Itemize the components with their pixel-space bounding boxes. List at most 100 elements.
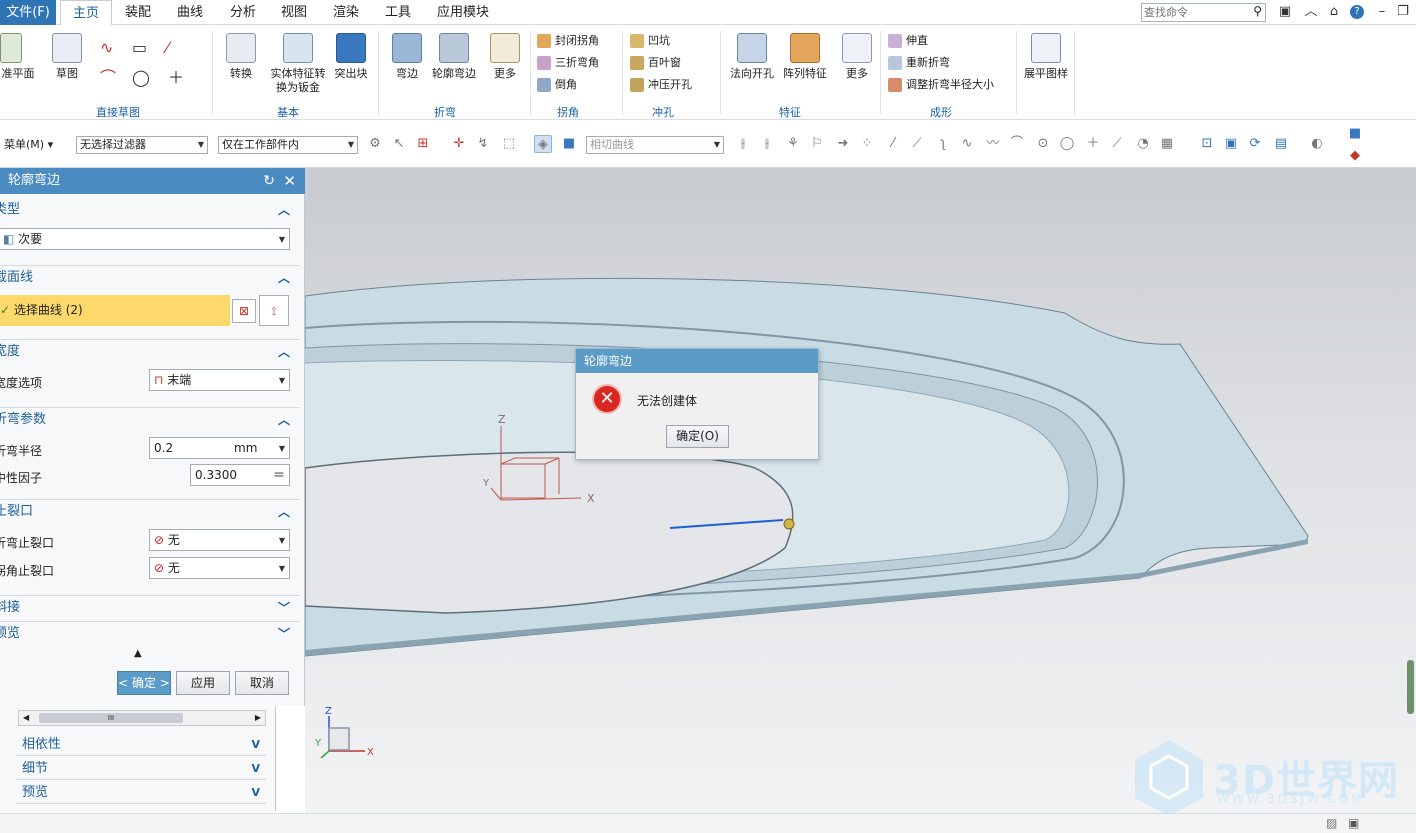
home-icon[interactable]: ⌂ [1326,4,1342,20]
contour-flange-button[interactable]: 轮廓弯边 [430,33,478,81]
tab-home[interactable]: 主页 [60,0,112,26]
bend-relief-dropdown[interactable]: ⊘ 无 [149,529,290,551]
snap-midpoint-icon[interactable]: ⫲ [758,135,776,153]
orient-view-icon[interactable]: ▤ [1272,135,1290,153]
collapse-ribbon-icon[interactable]: ︿ [1303,4,1319,20]
snap-endpoint-icon[interactable]: ⫲ [734,135,752,153]
graphics-viewport[interactable]: Z X Y Z X Y 3D世界网 WWW.3DSJW.COM [305,168,1416,816]
line-icon[interactable]: ⁄ [166,35,169,61]
select-icon[interactable]: ↖ [390,135,408,153]
tab-render[interactable]: 渲染 [324,0,368,25]
scroll-right-icon[interactable]: ▶ [255,711,261,725]
section-curve[interactable]: 截面线 ︿ [0,265,300,289]
ok-button[interactable]: < 确定 > [117,671,171,695]
resize-bend-radius-button[interactable]: 调整折弯半径大小 [886,75,994,95]
collapse-arrow-icon[interactable]: ▲ [134,648,142,659]
snap-on-curve-icon[interactable]: ⟋ [1108,135,1126,153]
tab-curve[interactable]: 曲线 [168,0,212,25]
tab-tools[interactable]: 工具 [376,0,420,25]
body-select-icon[interactable]: ■ [560,135,578,153]
section-nav-preview[interactable]: 预览 V [16,782,266,804]
closed-corner-button[interactable]: 封闭拐角 [535,31,599,51]
zoom-icon[interactable]: ▣ [1222,135,1240,153]
snap-intersect-icon[interactable]: ⚐ [808,135,826,153]
bend-radius-field[interactable]: 0.2 mm [149,437,290,459]
snap-quadrant-icon[interactable]: ◯ [1058,135,1076,153]
minimize-icon[interactable]: – [1374,4,1390,20]
tab-analysis[interactable]: 分析 [221,0,265,25]
drawn-cutout-button[interactable]: 冲压开孔 [628,75,692,95]
more-bend-button[interactable]: 更多 [486,33,524,81]
chamfer-button[interactable]: 倒角 [535,75,577,95]
snap-center-icon[interactable]: ⊙ [1034,135,1052,153]
snap-control-icon[interactable]: ⚘ [784,135,802,153]
snap-curve-icon[interactable]: ʅ [934,135,952,153]
select-point-icon[interactable]: ✛ [450,135,468,153]
command-search[interactable]: ⚲ [1141,3,1266,22]
point-icon[interactable]: ＋ [168,65,184,91]
search-input[interactable] [1142,4,1242,21]
equals-icon[interactable]: ＝ [273,465,285,485]
selection-filter-dropdown[interactable]: 无选择过滤器 [76,136,208,154]
scroll-thumb[interactable]: III [39,713,183,723]
louver-button[interactable]: 百叶窗 [628,53,681,73]
section-width[interactable]: 宽度 ︿ [0,339,300,363]
more-feature-button[interactable]: 更多 [838,33,876,81]
add-remove-icon[interactable]: ⊞ [414,135,432,153]
curve-handle[interactable] [783,518,795,530]
window-icon[interactable]: ▣ [1277,4,1293,20]
snap-icon[interactable]: ⚙ [366,135,384,153]
view-cube-icon[interactable]: ■ [1346,125,1364,143]
rectangle-icon[interactable]: ▭ [132,35,147,61]
three-bend-corner-button[interactable]: 三折弯角 [535,53,599,73]
rotate-icon[interactable]: ⟳ [1246,135,1264,153]
type-dropdown[interactable]: ◧ 次要 [0,228,290,250]
snap-grid-icon[interactable]: ⁘ [858,135,876,153]
sketch-button[interactable]: 草图 [48,33,86,81]
arc-icon[interactable]: ⌒ [100,65,116,91]
viewport-scrollbar[interactable] [1407,660,1414,714]
help-icon[interactable]: ? [1350,5,1364,19]
snap-face-icon[interactable]: ◔ [1134,135,1152,153]
status-icon[interactable]: ▨ [1326,816,1337,830]
menu-button[interactable]: 菜单(M) ▾ [4,136,53,152]
horizontal-scrollbar[interactable]: ◀ III ▶ [18,710,266,726]
rebend-button[interactable]: 重新折弯 [886,53,950,73]
fit-view-icon[interactable]: ⊡ [1198,135,1216,153]
search-icon[interactable]: ⚲ [1253,4,1262,18]
solid-select-icon[interactable]: ◈ [534,135,552,153]
sketch-section-icon[interactable]: ⟟ [259,295,289,326]
profile-icon[interactable]: ∿ [100,35,113,61]
section-relief[interactable]: 止裂口 ︿ [0,499,300,523]
snap-arc-icon[interactable]: ⌒ [1008,135,1026,153]
restore-icon[interactable]: ❐ [1395,4,1411,20]
snap-wave-icon[interactable]: 〰 [984,135,1002,153]
tab-applications[interactable]: 应用模块 [430,0,496,25]
section-type[interactable]: 类型 ︿ [0,198,300,222]
show-hide-icon[interactable]: ◆ [1346,147,1364,165]
section-miter[interactable]: 斜接 ﹀ [0,595,300,619]
flange-button[interactable]: 弯边 [388,33,426,81]
snap-bounded-icon[interactable]: ▦ [1158,135,1176,153]
error-ok-button[interactable]: 确定(O) [666,425,729,448]
solid-to-sheetmetal-button[interactable]: 实体特征转换为钣金 [268,33,328,95]
reset-icon[interactable]: ↻ [263,168,275,194]
tab-button[interactable]: 突出块 [332,33,370,81]
flat-pattern-button[interactable]: 展平图样 [1022,33,1070,81]
fullscreen-icon[interactable]: ▣ [1348,816,1359,830]
select-curve-row[interactable]: ✓ 选择曲线 (2) [0,295,230,326]
curve-rule-dropdown[interactable]: 相切曲线 [586,136,724,154]
box-select-icon[interactable]: ⬚ [500,135,518,153]
close-icon[interactable]: ✕ [283,168,296,194]
tab-view[interactable]: 视图 [272,0,316,25]
section-preview[interactable]: 预览 ﹀ [0,621,300,645]
snap-spline-icon[interactable]: ∿ [958,135,976,153]
tab-assembly[interactable]: 装配 [116,0,160,25]
unbend-button[interactable]: 伸直 [886,31,928,51]
render-style-icon[interactable]: ◐ [1308,135,1326,153]
snap-line-icon[interactable]: ⁄ [884,135,902,153]
cancel-button[interactable]: 取消 [235,671,289,695]
curve-filter-icon[interactable]: ⊠ [232,299,256,323]
selection-scope-dropdown[interactable]: 仅在工作部件内 [218,136,358,154]
neutral-factor-field[interactable]: 0.3300 ＝ [190,464,290,486]
